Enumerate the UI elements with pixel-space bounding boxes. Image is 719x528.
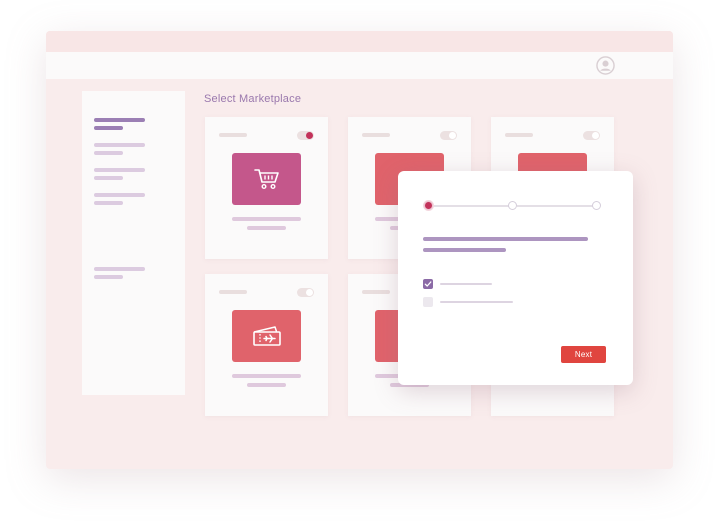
page-title: Select Marketplace <box>204 93 302 105</box>
plane-ticket-icon <box>252 326 281 346</box>
card-text-line <box>247 383 286 387</box>
stepper-line <box>517 205 596 207</box>
sidebar-item-sub <box>94 201 123 205</box>
modal-subheading-line <box>423 248 506 252</box>
check-icon <box>424 281 432 287</box>
toggle-knob <box>449 132 456 139</box>
card-text-line <box>232 374 301 378</box>
card-toggle[interactable] <box>583 131 600 140</box>
sidebar-item[interactable] <box>94 193 145 197</box>
sidebar-item-sub <box>94 151 123 155</box>
card-toggle[interactable] <box>440 131 457 140</box>
card-tile <box>232 153 301 205</box>
toggle-knob <box>306 132 313 139</box>
option-1-checkbox[interactable] <box>423 279 433 289</box>
sidebar-item-active[interactable] <box>94 118 145 122</box>
sidebar-item[interactable] <box>94 143 145 147</box>
marketplace-card-travel[interactable] <box>205 274 328 416</box>
stepper-line <box>432 205 513 207</box>
card-label <box>219 133 247 137</box>
modal-heading-line <box>423 237 588 241</box>
toggle-knob <box>592 132 599 139</box>
step-1-dot[interactable] <box>424 201 433 210</box>
user-avatar-icon[interactable] <box>596 56 615 75</box>
top-bar <box>46 52 673 79</box>
card-toggle[interactable] <box>297 131 314 140</box>
shopping-cart-icon <box>253 169 279 190</box>
card-text-line <box>232 217 301 221</box>
sidebar-item-sub <box>94 275 123 279</box>
card-label <box>362 133 390 137</box>
next-button[interactable]: Next <box>561 346 606 363</box>
marketplace-card-shopping[interactable] <box>205 117 328 259</box>
sidebar-item[interactable] <box>94 267 145 271</box>
card-label <box>219 290 247 294</box>
option-2-label <box>440 301 513 303</box>
wizard-modal: Next <box>398 171 633 385</box>
sidebar <box>82 91 185 395</box>
sidebar-item[interactable] <box>94 168 145 172</box>
card-toggle[interactable] <box>297 288 314 297</box>
option-1-label <box>440 283 492 285</box>
option-2-checkbox[interactable] <box>423 297 433 307</box>
step-3-dot[interactable] <box>592 201 601 210</box>
sidebar-item-active-sub <box>94 126 123 130</box>
step-2-dot[interactable] <box>508 201 517 210</box>
toggle-knob <box>306 289 313 296</box>
card-label <box>362 290 390 294</box>
card-label <box>505 133 533 137</box>
card-tile <box>232 310 301 362</box>
card-text-line <box>247 226 286 230</box>
sidebar-item-sub <box>94 176 123 180</box>
